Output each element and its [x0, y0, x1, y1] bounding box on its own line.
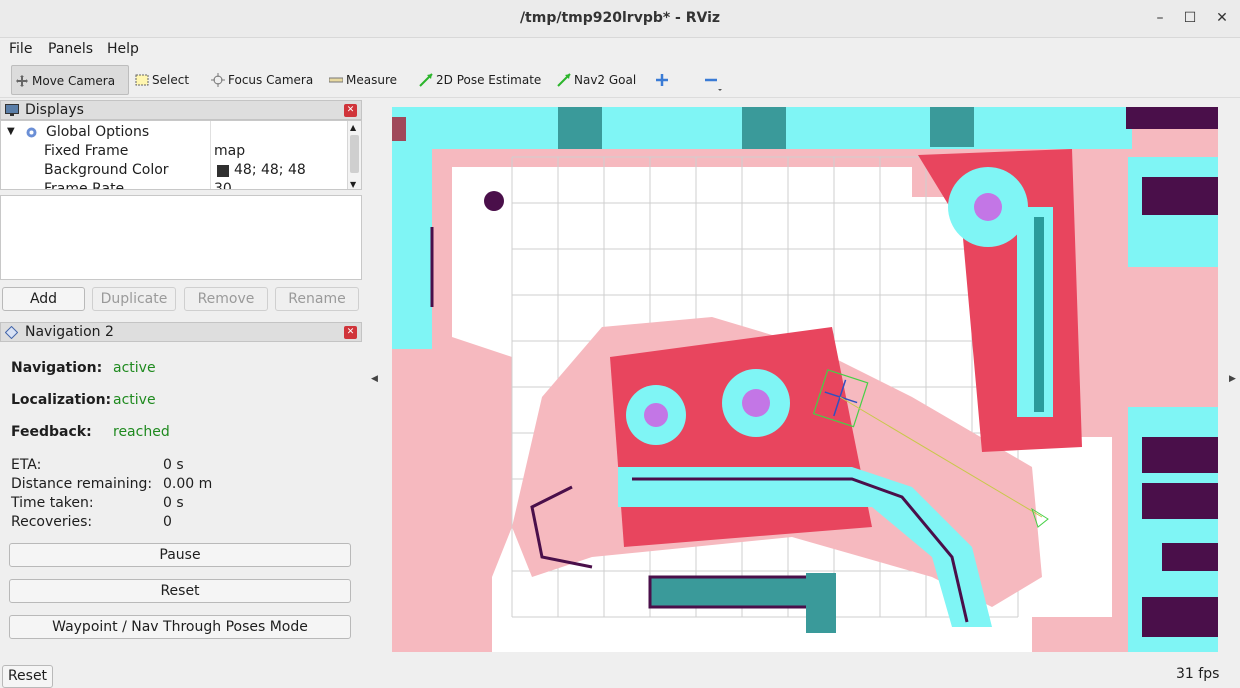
- tree-row[interactable]: Frame Rate 30: [1, 180, 345, 190]
- remove-button[interactable]: Remove: [184, 287, 268, 311]
- expand-arrow-icon[interactable]: ▼: [7, 126, 15, 137]
- displays-tree: ▼ Global Options Fixed Frame map Backgro…: [0, 120, 362, 190]
- status-label: Navigation:: [11, 360, 103, 376]
- waypoint-mode-button[interactable]: Waypoint / Nav Through Poses Mode: [9, 615, 351, 639]
- window-title: /tmp/tmp920lrvpb* - RViz: [519, 10, 721, 26]
- menu-file[interactable]: File: [9, 41, 32, 57]
- color-swatch: [217, 165, 229, 177]
- tool-label: Move Camera: [32, 74, 116, 88]
- displays-title: Displays: [25, 102, 84, 118]
- display-description-box: [0, 195, 362, 280]
- scroll-thumb[interactable]: [350, 135, 359, 173]
- property-value[interactable]: 48; 48; 48: [234, 162, 306, 178]
- tool-2d-pose-estimate[interactable]: 2D Pose Estimate: [416, 65, 541, 95]
- metric-value: 0 s: [163, 495, 184, 511]
- property-key: Frame Rate: [44, 181, 125, 190]
- status-bar: Reset 31 fps: [0, 664, 1240, 688]
- tool-label: Measure: [346, 73, 397, 87]
- collapse-right-icon[interactable]: ▶: [1229, 374, 1237, 386]
- tree-row[interactable]: Fixed Frame map: [1, 142, 345, 161]
- tool-measure[interactable]: Measure: [326, 65, 397, 95]
- tool-bar: Move Camera Select Focus Camera Measure …: [0, 62, 1240, 98]
- metric-value: 0: [163, 514, 172, 530]
- focus-camera-icon: [211, 73, 225, 87]
- collapse-left-icon[interactable]: ◀: [371, 374, 379, 386]
- tool-select[interactable]: Select: [132, 65, 189, 95]
- reset-view-button[interactable]: Reset: [2, 665, 53, 688]
- property-key: Background Color: [44, 162, 169, 178]
- wall-block: [558, 107, 602, 149]
- select-icon: [135, 74, 149, 86]
- duplicate-button[interactable]: Duplicate: [92, 287, 176, 311]
- menu-help[interactable]: Help: [107, 41, 139, 57]
- metric-label: Recoveries:: [11, 514, 93, 530]
- metric-value: 0 s: [163, 457, 184, 473]
- maximize-icon[interactable]: ☐: [1180, 8, 1200, 28]
- tool-label: Nav2 Goal: [574, 73, 637, 87]
- tool-label: 2D Pose Estimate: [436, 73, 542, 87]
- scroll-up-icon[interactable]: ▲: [350, 123, 356, 132]
- costmap-render[interactable]: [392, 107, 1218, 652]
- pose-estimate-icon: [419, 73, 433, 87]
- tree-row[interactable]: Background Color 48; 48; 48: [1, 161, 345, 180]
- property-value[interactable]: map: [214, 143, 245, 159]
- minimize-icon[interactable]: –: [1150, 8, 1170, 28]
- measure-icon: [329, 77, 343, 83]
- property-key: Fixed Frame: [44, 143, 129, 159]
- monitor-icon: [5, 104, 19, 116]
- tree-item-label: Global Options: [46, 124, 150, 140]
- pause-button[interactable]: Pause: [9, 543, 351, 567]
- tree-item-global-options[interactable]: ▼ Global Options: [1, 123, 345, 142]
- navigation-panel: Navigation: active Localization: active …: [0, 342, 362, 652]
- status-value: reached: [113, 424, 170, 440]
- metric-label: Distance remaining:: [11, 476, 153, 492]
- metric-value: 0.00 m: [163, 476, 213, 492]
- close-panel-icon[interactable]: ✕: [344, 326, 357, 339]
- title-bar: /tmp/tmp920lrvpb* - RViz – ☐ ✕: [0, 0, 1240, 38]
- menu-panels[interactable]: Panels: [48, 41, 93, 57]
- navigation-title: Navigation 2: [25, 324, 114, 340]
- menu-bar: File Panels Help: [0, 38, 1240, 62]
- fps-readout: 31 fps: [1176, 666, 1220, 682]
- tool-nav2-goal[interactable]: Nav2 Goal: [554, 65, 636, 95]
- render-viewport[interactable]: [392, 107, 1218, 652]
- scroll-down-icon[interactable]: ▼: [350, 180, 356, 189]
- close-panel-icon[interactable]: ✕: [344, 104, 357, 117]
- metric-label: Time taken:: [11, 495, 94, 511]
- rename-button[interactable]: Rename: [275, 287, 359, 311]
- diamond-icon: [5, 326, 18, 339]
- metric-label: ETA:: [11, 457, 42, 473]
- status-label: Feedback:: [11, 424, 92, 440]
- gear-icon: [26, 127, 37, 138]
- displays-panel-header: Displays ✕: [0, 100, 362, 120]
- rviz-window: /tmp/tmp920lrvpb* - RViz – ☐ ✕ File Pane…: [0, 0, 1240, 688]
- move-camera-icon: [16, 75, 28, 87]
- status-label: Localization:: [11, 392, 112, 408]
- tree-scrollbar[interactable]: ▲ ▼: [347, 121, 361, 189]
- nav2-goal-icon: [557, 73, 571, 87]
- costmap-wall-band: [392, 107, 1218, 149]
- status-value: active: [113, 360, 156, 376]
- reset-button[interactable]: Reset: [9, 579, 351, 603]
- close-icon[interactable]: ✕: [1212, 8, 1232, 28]
- status-value: active: [113, 392, 156, 408]
- plus-icon[interactable]: [655, 73, 669, 87]
- tool-move-camera[interactable]: Move Camera: [11, 65, 129, 95]
- minus-icon[interactable]: [704, 73, 724, 93]
- tool-label: Select: [152, 73, 190, 87]
- tool-label: Focus Camera: [228, 73, 314, 87]
- add-button[interactable]: Add: [2, 287, 85, 311]
- navigation-panel-header: Navigation 2 ✕: [0, 322, 362, 342]
- property-value[interactable]: 30: [214, 181, 232, 189]
- tool-focus-camera[interactable]: Focus Camera: [208, 65, 313, 95]
